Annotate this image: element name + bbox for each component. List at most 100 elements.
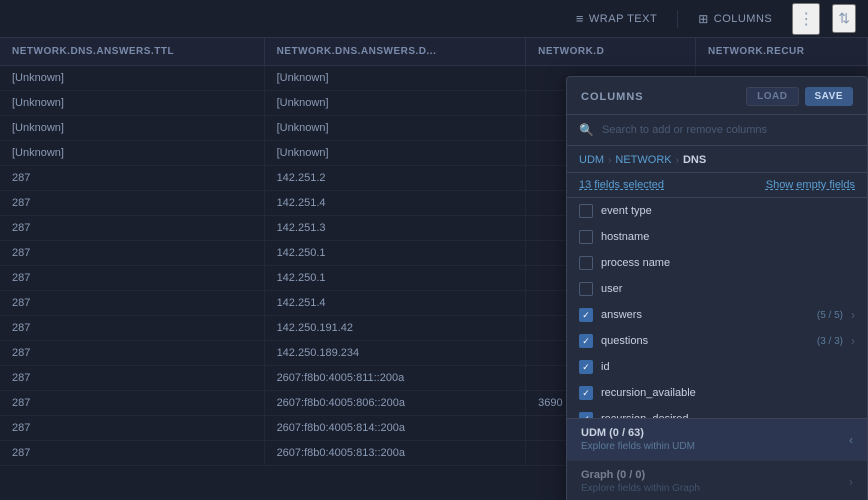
field-name: answers [601, 309, 809, 321]
group-info: Graph (0 / 0) Explore fields within Grap… [581, 469, 700, 494]
group-sub: Explore fields within Graph [581, 483, 700, 494]
save-button[interactable]: SAVE [805, 87, 854, 106]
columns-action-buttons: LOAD SAVE [746, 87, 853, 106]
search-input[interactable] [602, 124, 855, 136]
table-cell: 287 [0, 441, 264, 466]
field-item-checked[interactable]: recursion_available [567, 380, 867, 406]
group-sub: Explore fields within UDM [581, 441, 695, 452]
field-name: id [601, 361, 855, 373]
table-cell: 142.250.191.42 [264, 316, 526, 341]
group-item[interactable]: UDM (0 / 63) Explore fields within UDM ‹ [567, 418, 867, 460]
field-name: recursion_available [601, 387, 855, 399]
table-cell: 287 [0, 191, 264, 216]
table-cell: [Unknown] [264, 91, 526, 116]
table-cell: 142.251.4 [264, 191, 526, 216]
col-header-ttl: NETWORK.DNS.ANSWERS.TTL [0, 38, 264, 66]
field-checkbox[interactable] [579, 256, 593, 270]
table-cell: 287 [0, 341, 264, 366]
field-name: recursion_desired [601, 413, 855, 418]
field-count: (3 / 3) [817, 336, 843, 347]
field-item-unchecked[interactable]: hostname [567, 224, 867, 250]
table-cell: 287 [0, 416, 264, 441]
field-item-checked[interactable]: questions (3 / 3) › [567, 328, 867, 354]
breadcrumb-udm[interactable]: UDM [579, 154, 604, 166]
table-cell: 2607:f8b0:4005:814::200a [264, 416, 526, 441]
field-checkbox[interactable] [579, 308, 593, 322]
breadcrumb: UDM › NETWORK › DNS [567, 146, 867, 173]
chevron-icon: › [849, 475, 853, 489]
wrap-text-label: WRAP TEXT [589, 13, 657, 25]
table-cell: [Unknown] [0, 91, 264, 116]
group-name: UDM (0 / 63) [581, 427, 695, 439]
columns-button[interactable]: ⊞ COLUMNS [690, 8, 780, 30]
table-cell: 287 [0, 291, 264, 316]
field-name: hostname [601, 231, 855, 243]
toolbar: ≡ WRAP TEXT ⊞ COLUMNS ⋮ ⇅ [0, 0, 868, 38]
field-checkbox[interactable] [579, 386, 593, 400]
col-header-d: NETWORK.DNS.ANSWERS.D... [264, 38, 526, 66]
table-cell: [Unknown] [0, 116, 264, 141]
table-cell: 287 [0, 391, 264, 416]
field-expand-icon[interactable]: › [851, 308, 855, 322]
search-icon: 🔍 [579, 123, 594, 137]
col-header-recur: NETWORK.RECUR [695, 38, 867, 66]
col-header-network: NETWORK.D [526, 38, 696, 66]
field-checkbox[interactable] [579, 334, 593, 348]
fields-count[interactable]: 13 fields selected [579, 179, 664, 191]
field-item-checked[interactable]: answers (5 / 5) › [567, 302, 867, 328]
field-checkbox[interactable] [579, 282, 593, 296]
load-button[interactable]: LOAD [746, 87, 798, 106]
sort-arrows-button[interactable]: ⇅ [832, 4, 856, 33]
field-item-unchecked[interactable]: event type [567, 198, 867, 224]
field-item-checked[interactable]: recursion_desired [567, 406, 867, 418]
table-cell: 287 [0, 166, 264, 191]
table-container: NETWORK.DNS.ANSWERS.TTL NETWORK.DNS.ANSW… [0, 38, 868, 500]
table-cell: [Unknown] [264, 116, 526, 141]
separator-1 [677, 10, 678, 28]
field-checkbox[interactable] [579, 412, 593, 418]
group-item[interactable]: Graph (0 / 0) Explore fields within Grap… [567, 460, 867, 500]
wrap-text-icon: ≡ [576, 11, 584, 26]
table-cell: 287 [0, 216, 264, 241]
columns-panel-header: COLUMNS LOAD SAVE [567, 77, 867, 115]
fields-list: event type hostname process name user an… [567, 198, 867, 418]
field-item-unchecked[interactable]: process name [567, 250, 867, 276]
more-options-button[interactable]: ⋮ [792, 3, 820, 35]
table-cell: 142.251.3 [264, 216, 526, 241]
table-cell: 287 [0, 366, 264, 391]
table-cell: 287 [0, 266, 264, 291]
table-cell: [Unknown] [0, 66, 264, 91]
table-cell: [Unknown] [0, 141, 264, 166]
breadcrumb-sep-2: › [676, 155, 679, 166]
table-cell: 2607:f8b0:4005:813::200a [264, 441, 526, 466]
field-checkbox[interactable] [579, 230, 593, 244]
table-cell: 287 [0, 316, 264, 341]
table-cell: 142.251.4 [264, 291, 526, 316]
field-count: (5 / 5) [817, 310, 843, 321]
table-header-row: NETWORK.DNS.ANSWERS.TTL NETWORK.DNS.ANSW… [0, 38, 868, 66]
search-box: 🔍 [567, 115, 867, 146]
table-cell: 142.250.189.234 [264, 341, 526, 366]
fields-summary: 13 fields selected Show empty fields [567, 173, 867, 198]
field-name: user [601, 283, 855, 295]
table-cell: 142.250.1 [264, 266, 526, 291]
field-checkbox[interactable] [579, 204, 593, 218]
table-cell: 142.250.1 [264, 241, 526, 266]
breadcrumb-network[interactable]: NETWORK [615, 154, 671, 166]
table-cell: 2607:f8b0:4005:811::200a [264, 366, 526, 391]
columns-label: COLUMNS [714, 13, 773, 25]
breadcrumb-dns: DNS [683, 154, 706, 166]
columns-icon: ⊞ [698, 12, 709, 26]
field-name: questions [601, 335, 809, 347]
field-item-unchecked[interactable]: user [567, 276, 867, 302]
chevron-icon: ‹ [849, 433, 853, 447]
field-checkbox[interactable] [579, 360, 593, 374]
field-item-checked[interactable]: id [567, 354, 867, 380]
field-name: event type [601, 205, 855, 217]
columns-panel: COLUMNS LOAD SAVE 🔍 UDM › NETWORK › DNS … [566, 76, 868, 500]
table-cell: 287 [0, 241, 264, 266]
table-cell: [Unknown] [264, 141, 526, 166]
wrap-text-button[interactable]: ≡ WRAP TEXT [568, 7, 665, 30]
field-expand-icon[interactable]: › [851, 334, 855, 348]
show-empty-fields[interactable]: Show empty fields [766, 179, 855, 191]
